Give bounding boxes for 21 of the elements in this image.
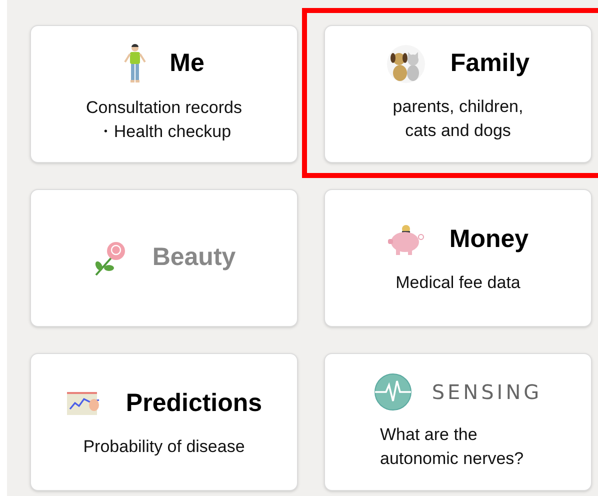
card-title: Me bbox=[170, 48, 204, 80]
card-description: Consultation records ・Health checkup bbox=[86, 97, 242, 143]
card-title: Family bbox=[450, 48, 530, 80]
card-title: Beauty bbox=[152, 242, 236, 274]
menu-card[interactable]: Family parents, children, cats and dogs bbox=[324, 25, 592, 163]
card-description: Probability of disease bbox=[83, 436, 245, 458]
card-description: parents, children, cats and dogs bbox=[392, 96, 524, 142]
menu-card[interactable]: Predictions Probability of disease bbox=[30, 353, 298, 491]
card-description: Medical fee data bbox=[396, 272, 520, 294]
piggy-bank-icon bbox=[387, 224, 426, 256]
chart-drawing-icon bbox=[66, 391, 102, 417]
card-description: What are the autonomic nerves? bbox=[379, 424, 524, 470]
sensing-logo-text: SENSING bbox=[432, 379, 542, 406]
person-icon bbox=[124, 44, 146, 84]
menu-card[interactable]: Me Consultation records ・Health checkup bbox=[30, 25, 298, 163]
dog-and-cat-icon bbox=[386, 45, 426, 83]
heartbeat-logo-icon bbox=[374, 373, 412, 411]
card-title: Predictions bbox=[126, 388, 262, 420]
menu-card[interactable]: Money Medical fee data bbox=[324, 189, 592, 327]
card-title: Money bbox=[449, 224, 529, 256]
menu-card[interactable]: SENSING What are the autonomic nerves? bbox=[324, 353, 592, 491]
